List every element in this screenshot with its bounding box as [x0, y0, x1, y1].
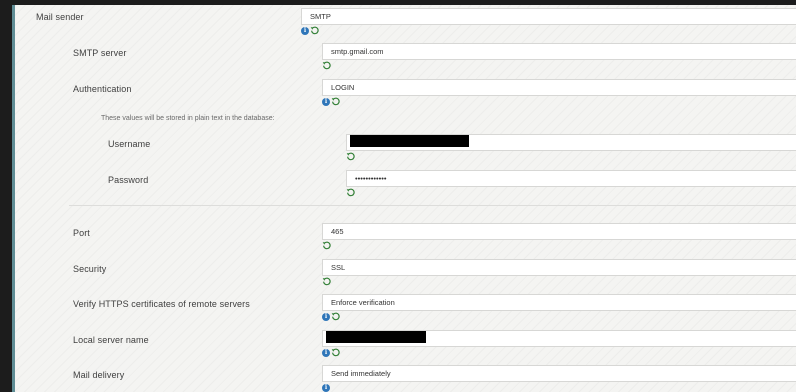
info-icon[interactable]: i — [301, 26, 309, 35]
password-label: Password — [108, 175, 149, 185]
username-label: Username — [108, 139, 151, 149]
port-input[interactable]: 465 — [322, 223, 796, 240]
reset-icon[interactable] — [331, 312, 340, 321]
reset-icon[interactable] — [322, 241, 331, 250]
mail-delivery-label: Mail delivery — [73, 370, 125, 380]
security-select[interactable]: SSL — [322, 259, 796, 276]
reset-icon[interactable] — [346, 188, 355, 197]
authentication-select[interactable]: LOGIN — [322, 79, 796, 96]
mail-delivery-actions: i — [322, 383, 330, 392]
info-icon[interactable]: i — [322, 348, 330, 357]
smtp-server-actions — [322, 61, 331, 70]
verify-https-actions: i — [322, 312, 340, 321]
mail-delivery-select[interactable]: Send immediately — [322, 365, 796, 382]
mail-sender-select[interactable]: SMTP — [301, 8, 796, 25]
password-input[interactable]: •••••••••••• — [346, 170, 796, 187]
authentication-label: Authentication — [73, 84, 132, 94]
port-label: Port — [73, 228, 90, 238]
mail-settings-panel: Mail sender SMTP i SMTP server smtp.gmai… — [12, 5, 796, 392]
info-icon[interactable]: i — [322, 383, 330, 392]
plain-text-storage-note: These values will be stored in plain tex… — [101, 115, 275, 122]
mail-sender-label: Mail sender — [36, 12, 84, 22]
mail-sender-actions: i — [301, 26, 319, 35]
local-server-name-actions: i — [322, 348, 340, 357]
reset-icon[interactable] — [346, 152, 355, 161]
reset-icon[interactable] — [331, 97, 340, 106]
security-label: Security — [73, 264, 107, 274]
smtp-server-label: SMTP server — [73, 48, 127, 58]
security-actions — [322, 277, 331, 286]
reset-icon[interactable] — [331, 348, 340, 357]
info-icon[interactable]: i — [322, 97, 330, 106]
verify-https-select[interactable]: Enforce verification — [322, 294, 796, 311]
smtp-server-input[interactable]: smtp.gmail.com — [322, 43, 796, 60]
info-icon[interactable]: i — [322, 312, 330, 321]
port-actions — [322, 241, 331, 250]
password-actions — [346, 188, 355, 197]
local-server-name-label: Local server name — [73, 335, 149, 345]
reset-icon[interactable] — [310, 26, 319, 35]
reset-icon[interactable] — [322, 61, 331, 70]
redacted-local-server-name — [326, 331, 426, 343]
authentication-actions: i — [322, 97, 340, 106]
verify-https-label: Verify HTTPS certificates of remote serv… — [73, 299, 250, 309]
redacted-username — [350, 135, 469, 147]
username-actions — [346, 152, 355, 161]
reset-icon[interactable] — [322, 277, 331, 286]
auth-section-divider — [69, 205, 796, 206]
